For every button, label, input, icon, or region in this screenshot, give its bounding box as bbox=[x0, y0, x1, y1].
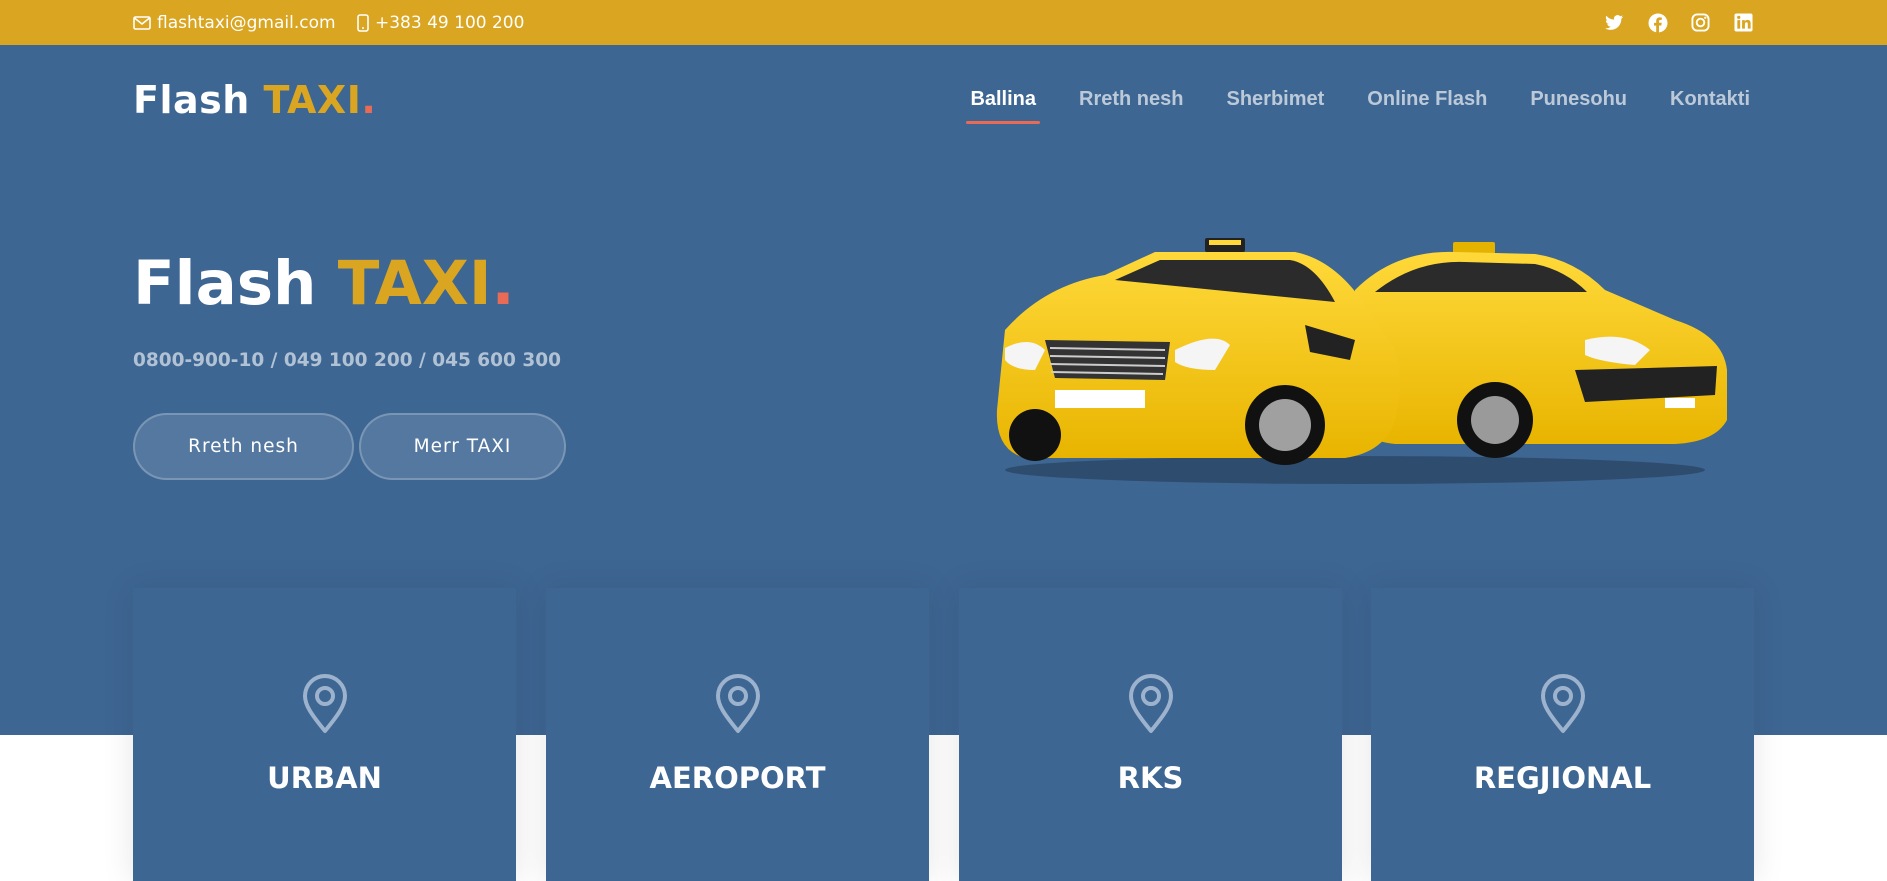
service-card-regjional[interactable]: REGJIONAL bbox=[1371, 588, 1754, 881]
map-pin-icon bbox=[1128, 674, 1173, 733]
hero-title-accent: TAXI bbox=[337, 248, 492, 319]
nav-item-punesohu[interactable]: Punesohu bbox=[1530, 88, 1627, 119]
service-title: URBAN bbox=[267, 761, 382, 795]
hero-title: Flash TAXI. bbox=[133, 248, 515, 319]
hero-phone-numbers: 0800-900-10 / 049 100 200 / 045 600 300 bbox=[133, 350, 561, 371]
service-title: AEROPORT bbox=[649, 761, 826, 795]
taxi-car-right bbox=[1353, 242, 1727, 458]
service-card-aeroport[interactable]: AEROPORT bbox=[546, 588, 929, 881]
map-pin-icon bbox=[715, 674, 760, 733]
taxi-cars-image bbox=[996, 238, 1727, 484]
linkedin-icon[interactable] bbox=[1733, 12, 1754, 33]
logo-dot: . bbox=[361, 78, 377, 122]
main-nav: Ballina Rreth nesh Sherbimet Online Flas… bbox=[966, 88, 1750, 124]
map-pin-icon bbox=[1540, 674, 1585, 733]
mobile-phone-icon bbox=[357, 13, 369, 32]
nav-item-ballina[interactable]: Ballina bbox=[966, 88, 1040, 124]
hero-title-text: Flash bbox=[133, 248, 338, 319]
hero-title-dot: . bbox=[491, 248, 515, 319]
site-logo[interactable]: Flash TAXI. bbox=[133, 78, 376, 122]
service-title: REGJIONAL bbox=[1473, 761, 1652, 795]
email-contact[interactable]: flashtaxi@gmail.com bbox=[133, 0, 336, 45]
get-taxi-button[interactable]: Merr TAXI bbox=[359, 413, 566, 480]
nav-item-kontakti[interactable]: Kontakti bbox=[1670, 88, 1750, 119]
phone-text: +383 49 100 200 bbox=[375, 12, 525, 33]
instagram-icon[interactable] bbox=[1690, 12, 1711, 33]
facebook-icon[interactable] bbox=[1647, 12, 1668, 33]
twitter-icon[interactable] bbox=[1604, 12, 1625, 33]
top-bar: flashtaxi@gmail.com +383 49 100 200 bbox=[0, 0, 1887, 45]
social-links bbox=[1604, 0, 1754, 45]
service-card-urban[interactable]: URBAN bbox=[133, 588, 516, 881]
logo-text: Flash bbox=[133, 78, 264, 122]
logo-accent: TAXI bbox=[263, 78, 362, 122]
phone-contact[interactable]: +383 49 100 200 bbox=[357, 0, 524, 45]
nav-item-sherbimet[interactable]: Sherbimet bbox=[1226, 88, 1324, 119]
nav-item-online-flash[interactable]: Online Flash bbox=[1367, 88, 1487, 119]
email-text: flashtaxi@gmail.com bbox=[157, 12, 336, 33]
taxi-car-left bbox=[996, 238, 1400, 465]
nav-item-rreth-nesh[interactable]: Rreth nesh bbox=[1079, 88, 1183, 119]
envelope-icon bbox=[133, 15, 151, 30]
about-button[interactable]: Rreth nesh bbox=[133, 413, 354, 480]
map-pin-icon bbox=[302, 674, 347, 733]
service-card-rks[interactable]: RKS bbox=[959, 588, 1342, 881]
service-title: RKS bbox=[1117, 761, 1184, 795]
